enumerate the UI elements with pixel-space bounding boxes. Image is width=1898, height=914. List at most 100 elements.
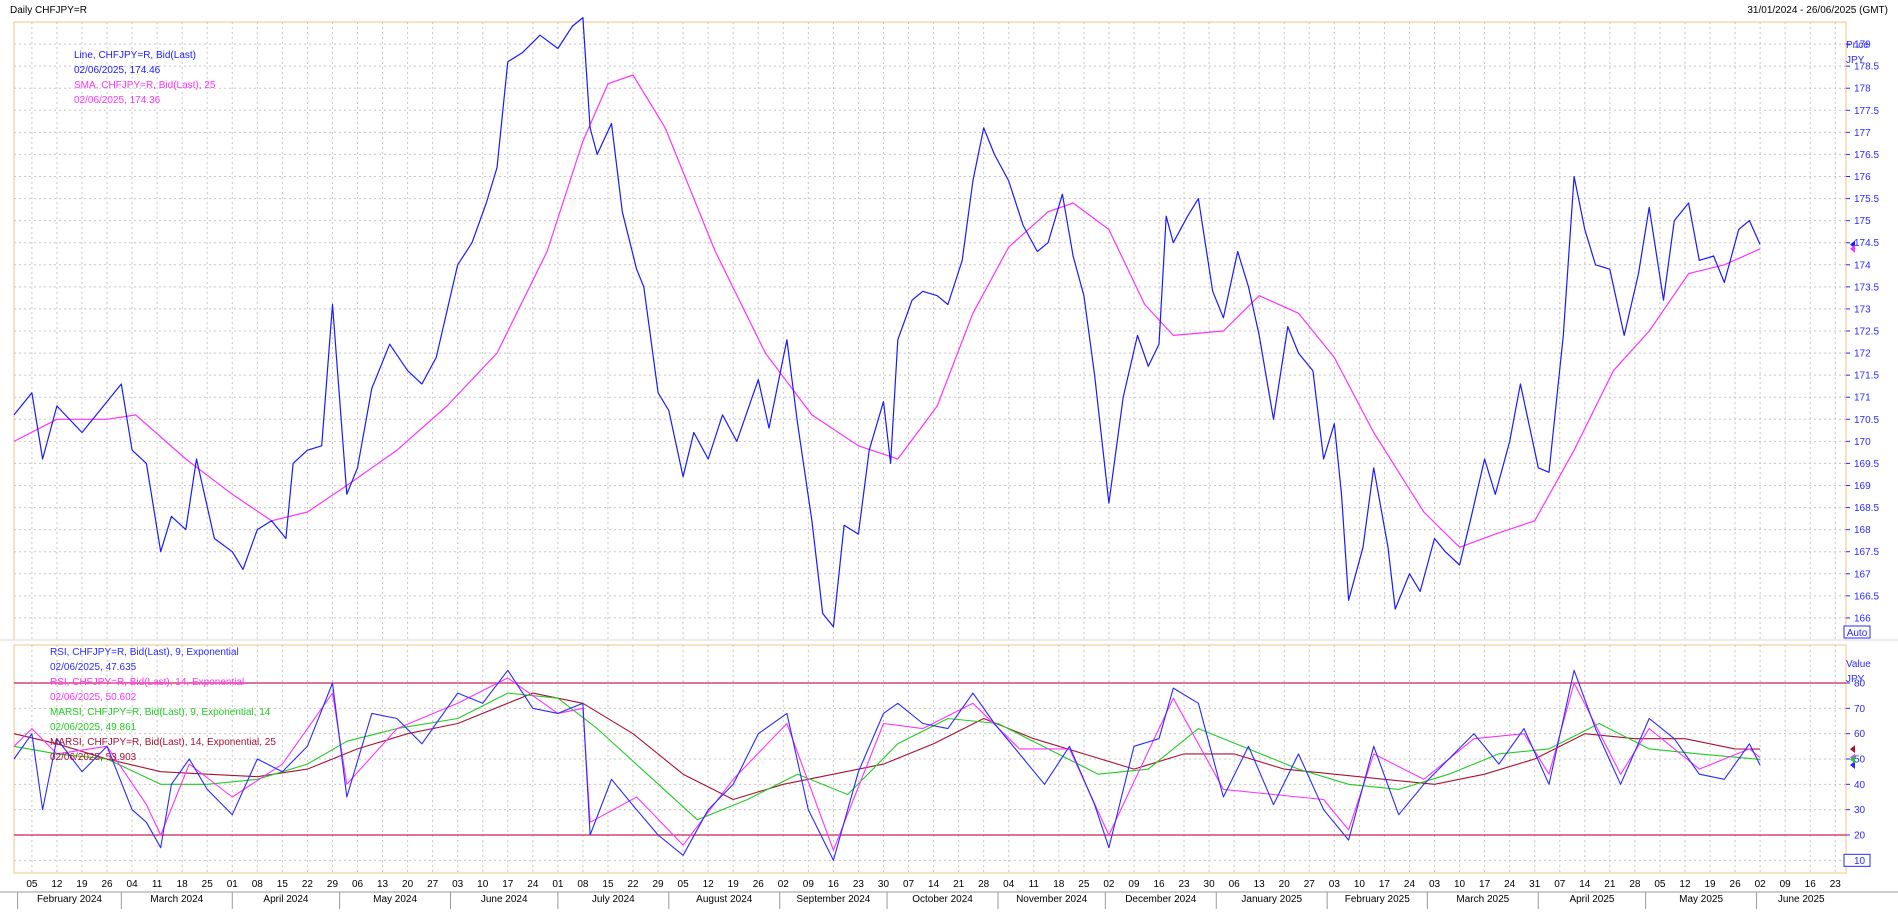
price-y-tick-label: 174 [1854,260,1871,271]
x-tick-label: 08 [252,879,264,890]
rsi-legend-entry: RSI, CHFJPY=R, Bid(Last), 9, Exponential [50,647,239,658]
price-y-tick-label: 174.5 [1854,238,1879,249]
x-tick-label: 25 [202,879,214,890]
x-tick-label: 05 [26,879,38,890]
x-tick-label: 04 [127,879,139,890]
x-month-label: December 2024 [1125,894,1197,905]
x-tick-label: 31 [1529,879,1541,890]
x-tick-label: 10 [1454,879,1466,890]
x-tick-label: 20 [1279,879,1291,890]
price-y-tick-label: 169 [1854,481,1871,492]
rsi-legend-entry: MARSI, CHFJPY=R, Bid(Last), 9, Exponenti… [50,707,271,718]
x-month-label: March 2025 [1456,894,1509,905]
x-month-label: April 2024 [263,894,308,905]
x-tick-label: 12 [1679,879,1691,890]
x-tick-label: 21 [953,879,965,890]
price-y-tick-label: 170 [1854,437,1871,448]
price-y-tick-label: 168 [1854,525,1871,536]
price-y-tick-label: 171 [1854,393,1871,404]
rsi-legend-entry: RSI, CHFJPY=R, Bid(Last), 14, Exponentia… [50,677,244,688]
x-month-label: February 2025 [1345,894,1410,905]
rsi-axis-unit: JPY [1846,674,1865,685]
rsi-y-tick-label: 70 [1854,704,1866,715]
x-month-label: July 2024 [592,894,635,905]
x-tick-label: 17 [1379,879,1391,890]
x-tick-label: 18 [177,879,189,890]
x-tick-label: 11 [1029,879,1040,890]
chart-canvas: Daily CHFJPY=R 31/01/2024 - 26/06/2025 (… [0,0,1898,909]
x-tick-label: 30 [878,879,890,890]
price-legend-entry: 02/06/2025, 174.46 [74,65,161,76]
x-month-label: September 2024 [796,894,870,905]
x-month-label: January 2025 [1241,894,1302,905]
date-range: 31/01/2024 - 26/06/2025 (GMT) [1747,5,1888,16]
rsi-y-tick-label: 10 [1854,856,1866,867]
x-tick-label: 21 [1604,879,1616,890]
x-month-label: November 2024 [1016,894,1088,905]
x-tick-label: 24 [527,879,539,890]
price-y-tick-label: 177 [1854,128,1871,139]
x-tick-label: 23 [853,879,865,890]
price-y-tick-label: 172 [1854,349,1871,360]
x-tick-label: 15 [277,879,289,890]
x-tick-label: 12 [703,879,715,890]
price-y-tick-label: 172.5 [1854,327,1879,338]
x-tick-label: 02 [1755,879,1767,890]
x-tick-label: 14 [1579,879,1591,890]
x-tick-label: 23 [1830,879,1842,890]
price-y-tick-label: 167.5 [1854,547,1879,558]
price-axis-title: Price [1846,40,1869,51]
x-tick-label: 11 [152,879,163,890]
x-tick-label: 15 [602,879,614,890]
x-tick-label: 06 [352,879,364,890]
price-y-tick-label: 175 [1854,216,1871,227]
rsi-y-tick-label: 50 [1854,755,1866,766]
rsi-axis-title: Value [1846,659,1871,670]
x-tick-label: 01 [227,879,239,890]
price-y-tick-label: 168.5 [1854,503,1879,514]
chart-window: Daily CHFJPY=R 31/01/2024 - 26/06/2025 (… [0,0,1898,909]
x-tick-label: 13 [377,879,389,890]
x-tick-label: 17 [1479,879,1491,890]
x-tick-label: 02 [778,879,790,890]
x-tick-label: 28 [1629,879,1641,890]
price-y-tick-label: 169.5 [1854,459,1879,470]
x-tick-label: 23 [1178,879,1190,890]
price-y-tick-label: 176 [1854,172,1871,183]
price-y-tick-label: 166.5 [1854,591,1879,602]
rsi-y-tick-label: 30 [1854,805,1866,816]
x-month-label: February 2024 [37,894,102,905]
rsi-legend-entry: 02/06/2025, 47.635 [50,662,137,673]
x-tick-label: 19 [728,879,740,890]
x-tick-label: 13 [1254,879,1266,890]
price-y-tick-label: 167 [1854,569,1871,580]
price-axis-unit: JPY [1846,55,1865,66]
price-y-tick-label: 178 [1854,84,1871,95]
x-tick-label: 27 [1304,879,1316,890]
rsi-legend-entry: MARSI, CHFJPY=R, Bid(Last), 14, Exponent… [50,737,276,748]
x-tick-label: 10 [477,879,489,890]
price-y-tick-label: 170.5 [1854,415,1879,426]
x-tick-label: 29 [327,879,339,890]
x-month-label: April 2025 [1569,894,1614,905]
rsi-legend-entry: 02/06/2025, 49.861 [50,722,137,733]
x-tick-label: 16 [1805,879,1817,890]
x-tick-label: 29 [653,879,665,890]
x-month-label: May 2025 [1679,894,1723,905]
price-y-tick-label: 177.5 [1854,106,1879,117]
price-auto-label: Auto [1847,628,1868,639]
x-tick-label: 17 [502,879,514,890]
x-tick-label: 18 [1053,879,1065,890]
x-tick-label: 19 [1704,879,1716,890]
x-tick-label: 06 [1229,879,1241,890]
x-month-label: June 2025 [1778,894,1825,905]
x-tick-label: 24 [1404,879,1416,890]
x-month-label: October 2024 [912,894,973,905]
x-tick-label: 26 [1730,879,1742,890]
x-month-label: March 2024 [150,894,203,905]
x-tick-label: 22 [627,879,639,890]
x-month-label: August 2024 [696,894,753,905]
x-tick-label: 03 [1329,879,1341,890]
x-tick-label: 26 [753,879,765,890]
x-tick-label: 14 [928,879,940,890]
